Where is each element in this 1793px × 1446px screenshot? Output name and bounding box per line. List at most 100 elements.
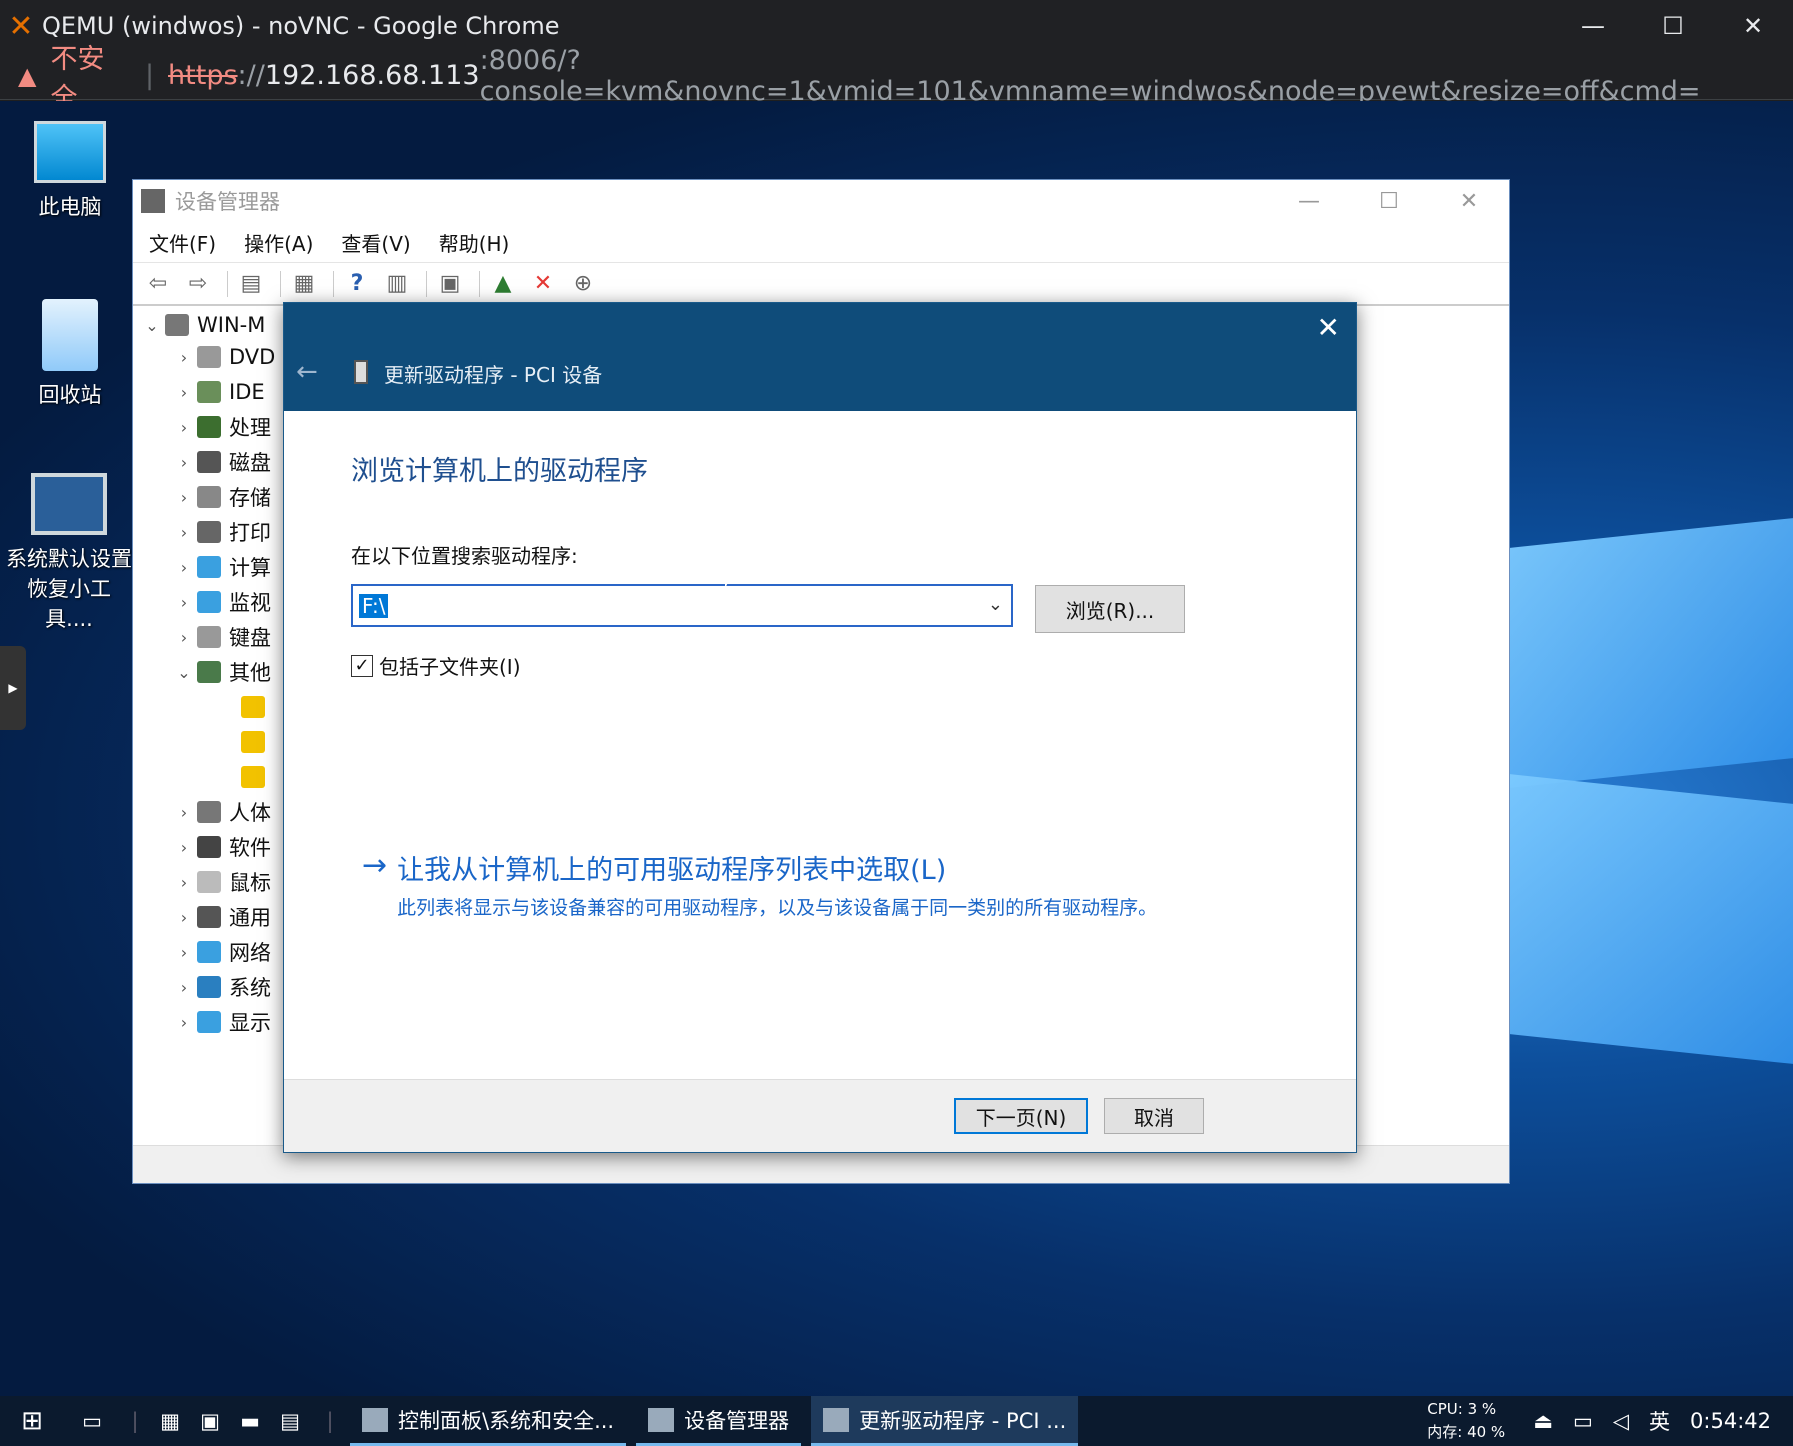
taskbar-app-device-manager[interactable]: 设备管理器 [636,1396,802,1446]
uninstall-device-icon[interactable]: ✕ [526,269,560,299]
tree-item-disk[interactable]: › 磁盘 [171,447,271,477]
checkbox-checked-icon[interactable]: ✓ [351,654,373,677]
resource-monitor[interactable]: CPU: 3 % 内存: 40 % [1427,1398,1505,1444]
pinned-app-1-icon[interactable]: ▦ [150,1396,190,1446]
chevron-down-icon[interactable]: ⌄ [139,316,165,335]
tree-item-mouse[interactable]: › 鼠标 [171,867,271,897]
task-view-icon[interactable]: ▭ [82,1409,102,1433]
tree-item-storage[interactable]: › 存储 [171,482,271,512]
browse-button[interactable]: 浏览(R)... [1035,585,1185,633]
chevron-right-icon[interactable]: › [171,348,197,367]
chevron-right-icon[interactable]: › [171,873,197,892]
tree-item-computer[interactable]: › 计算 [171,552,271,582]
tree-item-processor[interactable]: › 处理 [171,412,271,442]
pinned-app-3-icon[interactable]: ▬ [230,1396,270,1446]
url-scheme-separator[interactable]: :// [238,60,265,91]
pinned-app-4-icon[interactable]: ▤ [270,1396,310,1446]
url-scheme[interactable]: https [168,60,238,91]
clock[interactable]: 0:54:42 [1690,1409,1771,1433]
show-hide-tree-icon[interactable]: ▤ [234,269,268,299]
chevron-right-icon[interactable]: › [171,803,197,822]
tree-item-network[interactable]: › 网络 [171,937,271,967]
include-subfolders-label[interactable]: 包括子文件夹(I) [379,651,521,680]
minimize-button[interactable]: — [1553,12,1633,40]
pick-from-list-title[interactable]: 让我从计算机上的可用驱动程序列表中选取(L) [397,848,1197,887]
url-path[interactable]: :8006/?console=kvm&novnc=1&vmid=101&vmna… [480,45,1793,107]
menu-file[interactable]: 文件(F) [149,228,216,257]
pick-from-list-link[interactable]: → 让我从计算机上的可用驱动程序列表中选取(L) 此列表将显示与该设备兼容的可用… [362,848,1197,923]
chevron-right-icon[interactable]: › [171,523,197,542]
next-button[interactable]: 下一页(N) [954,1098,1088,1134]
taskbar-app-update-driver[interactable]: 更新驱动程序 - PCI ... [811,1396,1079,1446]
chevron-down-icon[interactable]: ⌄ [988,594,1003,615]
enable-device-icon[interactable]: ⊕ [566,269,600,299]
view-icon[interactable]: ▥ [380,269,414,299]
menu-view[interactable]: 查看(V) [341,228,410,257]
menu-help[interactable]: 帮助(H) [439,228,510,257]
devmgr-maximize-button[interactable]: ☐ [1349,189,1429,214]
tree-item-ide[interactable]: › IDE [171,377,265,407]
chevron-right-icon[interactable]: › [171,908,197,927]
tree-item-usb[interactable]: › 通用 [171,902,271,932]
tree-item-monitor[interactable]: › 监视 [171,587,271,617]
novnc-sidebar-handle[interactable]: ▶ [0,646,26,730]
chevron-right-icon[interactable]: › [171,453,197,472]
chevron-down-icon[interactable]: ⌄ [171,663,197,682]
back-icon[interactable]: ⇦ [141,269,175,299]
chevron-right-icon[interactable]: › [171,558,197,577]
cancel-button[interactable]: 取消 [1104,1098,1204,1134]
task-view-button[interactable]: ▭ [64,1396,120,1446]
help-icon[interactable]: ? [340,269,374,299]
scan-hardware-icon[interactable]: ▣ [433,269,467,299]
arrow-right-icon[interactable]: → [362,848,387,923]
chevron-right-icon[interactable]: › [171,838,197,857]
network-icon[interactable]: ▭ [1573,1409,1593,1433]
driver-path-combobox[interactable]: F:\ ⌄ [351,584,1013,627]
desktop-icon-this-pc[interactable]: 此电脑 [10,121,130,221]
tree-item-keyboard[interactable]: › 键盘 [171,622,271,652]
pick-from-list-description[interactable]: 此列表将显示与该设备兼容的可用驱动程序，以及与该设备属于同一类别的所有驱动程序。 [397,893,1197,923]
chevron-right-icon[interactable]: › [171,978,197,997]
menu-action[interactable]: 操作(A) [244,228,313,257]
desktop-icon-restore-tool[interactable]: 系统默认设置恢复小工具.... [4,473,134,633]
chevron-right-icon[interactable]: › [171,418,197,437]
driver-path-value[interactable]: F:\ [359,593,389,618]
tree-item-unknown-device[interactable] [241,727,273,757]
dialog-close-icon[interactable]: ✕ [1317,311,1340,344]
chevron-right-icon[interactable]: › [171,593,197,612]
maximize-button[interactable]: ☐ [1633,12,1713,40]
tree-item-display[interactable]: › 显示 [171,1007,271,1037]
tree-item-other[interactable]: ⌄ 其他 [171,657,271,687]
tree-item-hid[interactable]: › 人体 [171,797,271,827]
tree-item-software[interactable]: › 软件 [171,832,271,862]
forward-icon[interactable]: ⇨ [181,269,215,299]
properties-icon[interactable]: ▦ [287,269,321,299]
chevron-right-icon[interactable]: › [171,383,197,402]
tree-item-dvd[interactable]: › DVD [171,342,276,372]
include-subfolders-checkbox[interactable]: ✓ 包括子文件夹(I) [351,651,521,680]
windows-start-icon[interactable]: ⊞ [21,1406,43,1436]
warning-icon[interactable]: ▲ [18,62,36,90]
tree-item-unknown-device[interactable] [241,762,273,792]
chevron-right-icon[interactable]: › [171,488,197,507]
devmgr-close-button[interactable]: ✕ [1429,189,1509,214]
address-bar[interactable]: ▲ 不安全 | https://192.168.68.113:8006/?con… [0,44,1793,114]
ime-indicator[interactable]: 英 [1649,1406,1670,1436]
chevron-right-icon[interactable]: › [171,1013,197,1032]
tree-root[interactable]: ⌄ WIN-M [139,310,265,340]
url-host[interactable]: 192.168.68.113 [265,60,480,91]
tree-item-unknown-device[interactable] [241,692,273,722]
volume-muted-icon[interactable]: ◁ [1613,1409,1629,1433]
start-button[interactable]: ⊞ [0,1396,64,1446]
chevron-right-icon[interactable]: › [171,628,197,647]
chevron-right-icon[interactable]: › [171,943,197,962]
taskbar-app-control-panel[interactable]: 控制面板\系统和安全... [350,1396,627,1446]
devmgr-minimize-button[interactable]: — [1269,189,1349,214]
tree-item-print[interactable]: › 打印 [171,517,271,547]
tree-item-system[interactable]: › 系统 [171,972,271,1002]
update-driver-icon[interactable]: ▲ [486,269,520,299]
pinned-app-2-icon[interactable]: ▣ [190,1396,230,1446]
usb-eject-icon[interactable]: ⏏ [1533,1409,1553,1433]
close-button[interactable]: ✕ [1713,12,1793,40]
back-arrow-icon[interactable]: ← [296,357,318,387]
